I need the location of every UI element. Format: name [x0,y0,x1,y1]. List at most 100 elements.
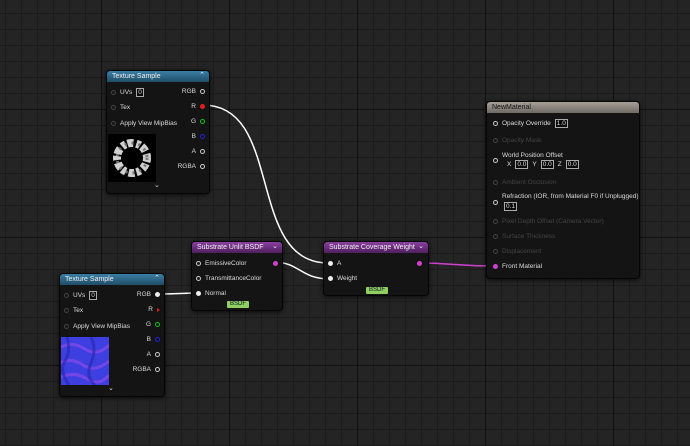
tex-label: Tex [120,104,131,111]
emissive-color-label: EmissiveColor [205,260,247,267]
wpo-z-field[interactable]: 0.0 [565,160,579,169]
displacement-pin[interactable] [493,249,498,254]
node-title: Texture Sample [65,276,114,283]
mipbias-label: Apply View MipBias [73,323,130,330]
surface-thickness-pin[interactable] [493,234,498,239]
bsdf-badge: BSDF [366,287,389,294]
pixel-depth-offset-pin[interactable] [493,219,498,224]
opacity-override-label: Opacity Override [502,120,551,127]
node-title: Substrate Unlit BSDF [197,244,264,251]
wire-r-to-a [202,104,331,264]
node-header[interactable]: Substrate Unlit BSDF ⌄ [192,242,282,253]
output-b-pin[interactable] [155,337,160,342]
opacity-override-field[interactable]: 1.0 [554,119,568,128]
output-b-pin[interactable] [200,134,205,139]
uvs-pin[interactable] [111,90,116,95]
output-a-pin[interactable] [155,352,160,357]
refraction-label: Refraction (IOR, from Material F0 if Unp… [502,193,639,200]
tex-pin[interactable] [111,105,116,110]
wpo-x-field[interactable]: 0.0 [515,160,529,169]
bsdf-badge: BSDF [227,301,250,308]
output-r-label: R [148,306,153,313]
node-title: Substrate Coverage Weight [329,244,415,251]
output-a-label: A [191,148,196,155]
output-rgba-label: RGBA [132,366,151,373]
wpo-pin[interactable] [493,158,498,163]
emissive-color-pin[interactable] [196,261,201,266]
output-rgba-label: RGBA [177,163,196,170]
wpo-y-field[interactable]: 0.0 [540,160,554,169]
texture-sample-node-2[interactable]: Texture Sample ⌃ UVs 0 Tex Apply View Mip… [59,273,165,397]
output-r-label: R [191,103,196,110]
pixel-depth-offset-label: Pixel Depth Offset (Camera Vector) [502,218,604,225]
front-material-pin[interactable] [493,264,498,269]
uvs-pin[interactable] [64,293,69,298]
output-g-label: G [190,118,196,125]
uvs-label: UVs [120,89,133,96]
output-g-pin[interactable] [155,322,160,327]
transmittance-color-label: TransmittanceColor [205,275,262,282]
coverage-output-pin[interactable] [417,261,422,266]
output-rgb-label: RGB [136,291,151,298]
ambient-occlusion-pin[interactable] [493,180,498,185]
normal-label: Normal [205,290,226,297]
wpo-x-label: X [507,161,512,168]
front-material-label: Front Material [502,263,543,270]
ambient-occlusion-label: Ambient Occlusion [502,179,557,186]
mipbias-label: Apply View MipBias [120,120,177,127]
material-result-node[interactable]: NewMaterial Opacity Override 1.0 Opacity … [486,101,640,279]
output-b-label: B [146,336,151,343]
output-rgba-pin[interactable] [200,164,205,169]
refraction-field[interactable]: 0.1 [504,202,518,211]
output-rgb-pin[interactable] [155,292,160,297]
a-label: A [337,260,342,267]
texture-sample-node-1[interactable]: Texture Sample ⌃ UVs 0 Tex Apply View Mip… [106,70,210,194]
unlit-output-pin[interactable] [273,261,278,266]
tex-pin[interactable] [64,308,69,313]
output-b-label: B [191,133,196,140]
node-title: NewMaterial [492,104,531,111]
output-a-pin[interactable] [200,149,205,154]
transmittance-color-pin[interactable] [196,276,201,281]
uvs-label: UVs [73,292,86,299]
surface-thickness-label: Surface Thickness [502,233,556,240]
opacity-override-pin[interactable] [493,121,498,126]
substrate-unlit-bsdf-node[interactable]: Substrate Unlit BSDF ⌄ EmissiveColor Tra… [191,241,283,311]
weight-pin[interactable] [328,276,333,281]
collapse-icon[interactable]: ⌄ [418,242,424,250]
refraction-pin[interactable] [493,200,498,205]
collapse-icon[interactable]: ⌃ [154,274,160,282]
output-r-pin[interactable] [157,307,160,312]
output-rgba-pin[interactable] [155,367,160,372]
node-header[interactable]: Texture Sample ⌃ [107,71,209,82]
output-rgb-label: RGB [181,88,196,95]
wire-bsdf-to-front [417,262,496,267]
mipbias-pin[interactable] [111,121,116,126]
wpo-z-label: Z [557,161,562,168]
weight-label: Weight [337,275,358,282]
opacity-mask-label: Opacity Mask [502,137,542,144]
node-header[interactable]: Substrate Coverage Weight ⌄ [324,242,428,253]
substrate-coverage-weight-node[interactable]: Substrate Coverage Weight ⌄ A Weight BSD… [323,241,429,296]
node-header[interactable]: Texture Sample ⌃ [60,274,164,285]
output-g-label: G [145,321,151,328]
node-title: Texture Sample [112,73,161,80]
node-header[interactable]: NewMaterial [487,102,639,113]
opacity-mask-pin[interactable] [493,138,498,143]
tex-label: Tex [73,307,84,314]
uvs-value-field[interactable]: 0 [89,291,97,300]
normal-pin[interactable] [196,291,201,296]
output-g-pin[interactable] [200,119,205,124]
collapse-icon[interactable]: ⌃ [199,71,205,79]
displacement-label: Displacement [502,248,542,255]
wpo-label: World Position Offset [502,152,563,159]
expand-preview-icon[interactable]: ⌄ [108,384,114,392]
output-rgb-pin[interactable] [200,89,205,94]
collapse-icon[interactable]: ⌄ [272,242,278,250]
mipbias-pin[interactable] [64,324,69,329]
texture-preview-ring [108,134,156,182]
output-r-pin[interactable] [200,104,205,109]
expand-preview-icon[interactable]: ⌄ [154,181,160,189]
uvs-value-field[interactable]: 0 [136,88,144,97]
a-pin[interactable] [328,261,333,266]
